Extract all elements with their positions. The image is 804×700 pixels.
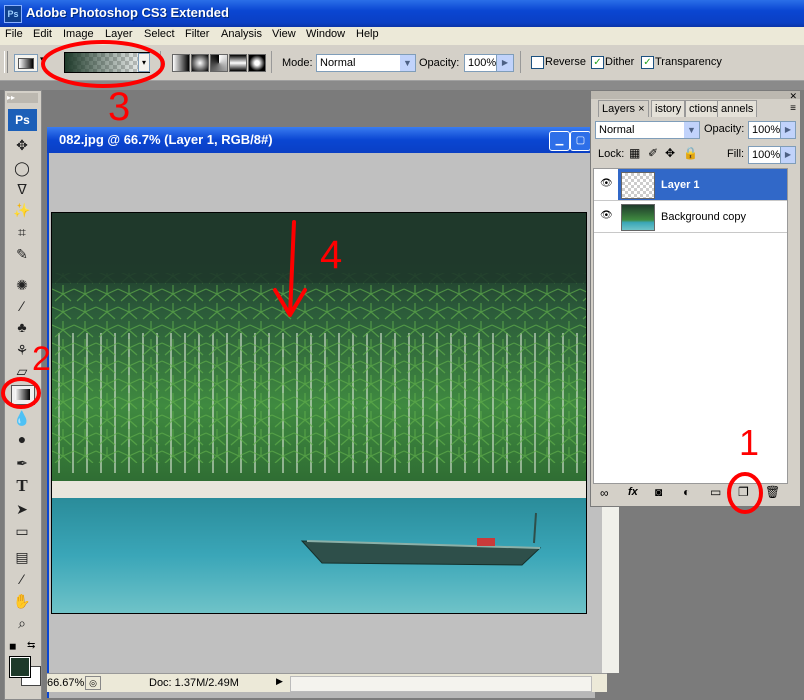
annotation-number-2: 2 [32, 340, 51, 378]
annotation-arrow-icon [273, 220, 307, 317]
annotation-circle-tool [1, 377, 41, 409]
annotation-number-3: 3 [108, 85, 130, 129]
annotation-circle-new-layer [727, 472, 763, 514]
annotation-number-1: 1 [739, 422, 759, 463]
annotation-number-4: 4 [320, 233, 342, 277]
annotation-overlay: 1 2 3 4 [1, 40, 763, 514]
annotation-circle-gradient [41, 40, 165, 88]
